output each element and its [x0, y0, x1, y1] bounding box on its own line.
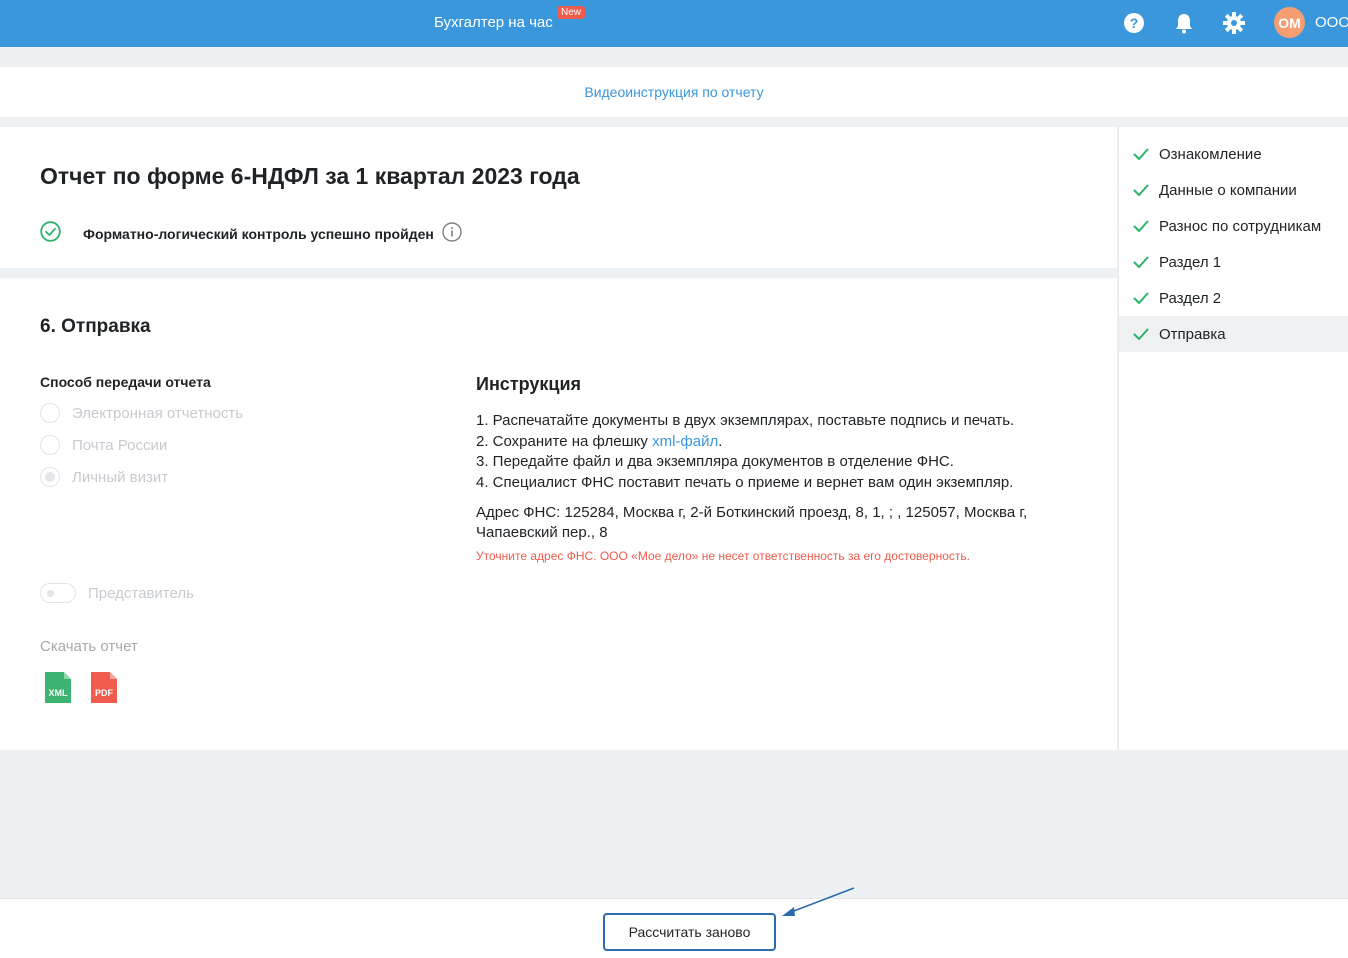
info-icon[interactable]: [442, 221, 462, 247]
new-badge: New: [557, 6, 586, 19]
fns-address: Адрес ФНС: 125284, Москва г, 2-й Боткинс…: [476, 504, 1028, 541]
top-bar: Бухгалтер на час New ? ОМ ООО: [0, 0, 1348, 47]
section-title: 6. Отправка: [40, 316, 151, 337]
step-label: Отправка: [1159, 325, 1226, 343]
svg-text:XML: XML: [49, 688, 69, 698]
step-section-2[interactable]: Раздел 2: [1119, 280, 1348, 316]
radio-label: Личный визит: [72, 468, 169, 486]
xml-file-link[interactable]: xml-файл: [652, 433, 718, 450]
radio-personal-visit[interactable]: Личный визит: [40, 467, 168, 487]
instruction-step: 3. Передайте файл и два экземпляра докум…: [476, 453, 954, 470]
pointer-arrow-icon: [782, 887, 855, 916]
radio-post[interactable]: Почта России: [40, 435, 167, 455]
step-send[interactable]: Отправка: [1119, 316, 1348, 352]
radio-electronic[interactable]: Электронная отчетность: [40, 403, 243, 423]
radio-label: Электронная отчетность: [72, 404, 244, 422]
radio-circle[interactable]: [40, 435, 60, 455]
recalculate-button[interactable]: Рассчитать заново: [603, 913, 776, 951]
instruction-step: 2. Сохраните на флешку xml-файл.: [476, 432, 723, 450]
avatar[interactable]: ОМ: [1274, 7, 1305, 38]
instruction-list: 1. Распечатайте документы в двух экземпл…: [476, 411, 1076, 493]
bell-icon[interactable]: [1172, 11, 1196, 35]
step-label: Разнос по сотрудникам: [1159, 217, 1322, 235]
toggle-switch[interactable]: [40, 583, 76, 603]
address-warning: Уточните адрес ФНС. ООО «Мое дело» не не…: [476, 549, 970, 563]
toggle-label: Представитель: [88, 584, 194, 602]
radio-label: Почта России: [72, 436, 168, 454]
video-bar: Видеоинструкция по отчету: [0, 67, 1348, 117]
check-icon: [1133, 148, 1149, 160]
send-section-card: 6. Отправка Способ передачи отчета Элект…: [0, 278, 1117, 750]
video-instruction-link[interactable]: Видеоинструкция по отчету: [584, 84, 763, 100]
org-name[interactable]: ООО: [1315, 14, 1348, 31]
check-circle-icon: [40, 221, 61, 247]
step-label: Раздел 2: [1159, 289, 1222, 307]
check-icon: [1133, 184, 1149, 196]
control-status-text: Форматно-логический контроль успешно про…: [83, 226, 434, 242]
representative-toggle[interactable]: Представитель: [40, 583, 194, 603]
instruction-title: Инструкция: [476, 374, 582, 394]
radio-circle-selected[interactable]: [40, 467, 60, 487]
check-icon: [1133, 328, 1149, 340]
report-header-card: Отчет по форме 6-НДФЛ за 1 квартал 2023 …: [0, 127, 1117, 268]
help-icon[interactable]: ?: [1122, 11, 1146, 35]
xml-file-icon[interactable]: XML: [44, 672, 72, 704]
download-label: Скачать отчет: [40, 638, 138, 655]
report-title: Отчет по форме 6-НДФЛ за 1 квартал 2023 …: [40, 163, 580, 189]
method-label: Способ передачи отчета: [40, 374, 211, 390]
promo-link[interactable]: Бухгалтер на час: [434, 14, 553, 31]
step-label: Данные о компании: [1159, 181, 1297, 199]
steps-sidebar: Ознакомление Данные о компании Разнос по…: [1118, 127, 1348, 750]
step-label: Раздел 1: [1159, 253, 1222, 271]
step-employees[interactable]: Разнос по сотрудникам: [1119, 208, 1348, 244]
check-icon: [1133, 292, 1149, 304]
step-company-data[interactable]: Данные о компании: [1119, 172, 1348, 208]
pdf-file-icon[interactable]: PDF: [90, 672, 118, 704]
gear-icon[interactable]: [1222, 11, 1246, 35]
control-status-row: Форматно-логический контроль успешно про…: [40, 221, 462, 247]
check-icon: [1133, 220, 1149, 232]
instruction-block: Инструкция 1. Распечатайте документы в д…: [476, 374, 1076, 563]
radio-circle[interactable]: [40, 403, 60, 423]
instruction-step: 1. Распечатайте документы в двух экземпл…: [476, 412, 1015, 429]
svg-text:PDF: PDF: [95, 688, 114, 698]
check-icon: [1133, 256, 1149, 268]
instruction-step: 4. Специалист ФНС поставит печать о прие…: [476, 473, 1014, 491]
step-section-1[interactable]: Раздел 1: [1119, 244, 1348, 280]
step-label: Ознакомление: [1159, 145, 1262, 163]
svg-text:?: ?: [1130, 15, 1139, 31]
step-intro[interactable]: Ознакомление: [1119, 136, 1348, 172]
